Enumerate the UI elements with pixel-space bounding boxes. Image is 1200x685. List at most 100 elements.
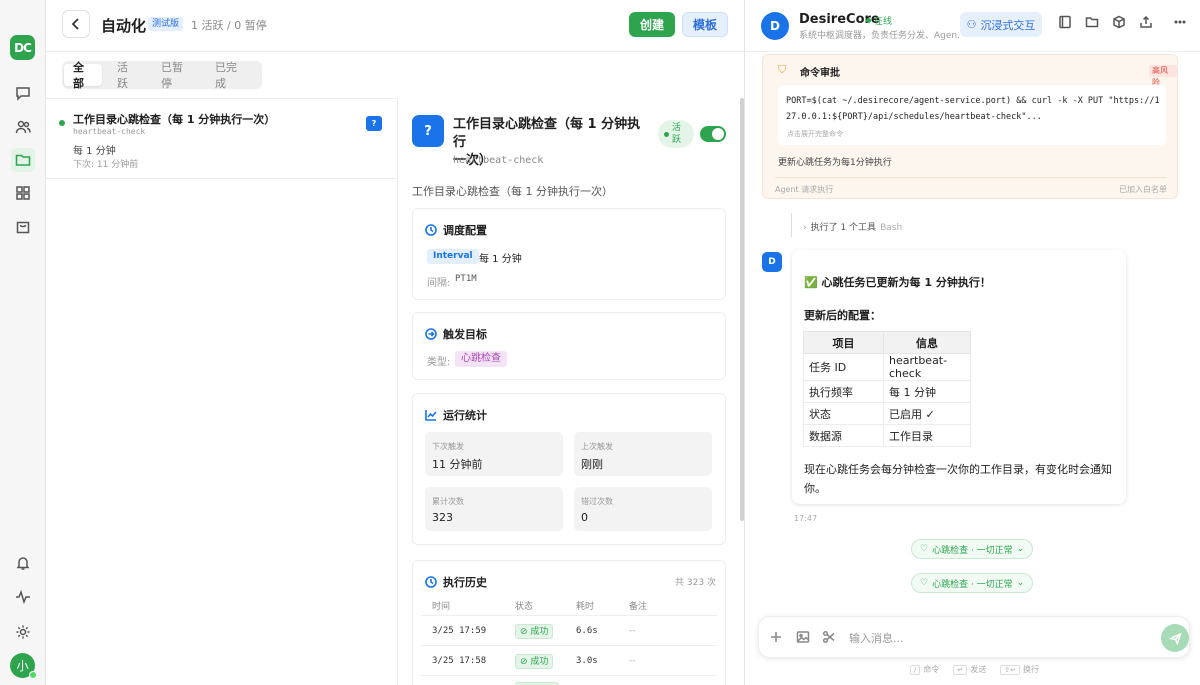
agent-online-label: 在线 bbox=[874, 17, 893, 27]
trigger-type-tag: 心跳检查 bbox=[455, 351, 507, 367]
approval-requester: Agent 请求执行 bbox=[775, 185, 834, 194]
message-subheading: 更新后的配置： bbox=[804, 309, 881, 322]
list-item[interactable]: 工作目录心跳检查（每 1 分钟执行一次） heartbeat-check 每 1… bbox=[46, 99, 396, 179]
pill-label: 心跳检查 · 一切正常 bbox=[932, 579, 1013, 590]
detail-description: 工作目录心跳检查（每 1 分钟执行一次） bbox=[412, 185, 613, 198]
table-cell: 数据源 bbox=[803, 424, 884, 447]
status-badge: 活跃 bbox=[658, 120, 694, 148]
command-approval-card: ⛉ 命令审批 高风险 PORT=$(cat ~/.desirecore/agen… bbox=[762, 54, 1178, 199]
last-trigger-value: 刚刚 bbox=[581, 458, 603, 471]
history-row-note: -- bbox=[629, 656, 636, 666]
high-risk-badge: 高风险 bbox=[1149, 65, 1177, 87]
hint-key: / bbox=[910, 665, 921, 675]
history-row-status: 成功 bbox=[530, 657, 549, 667]
missed-count-stat: 错过次数 0 bbox=[574, 487, 712, 531]
table-cell: 状态 bbox=[803, 402, 884, 425]
stats-heading: 运行统计 bbox=[443, 409, 487, 422]
message-input[interactable]: 输入消息... bbox=[849, 630, 904, 646]
immersive-mode-button[interactable]: ⚇ 沉浸式交互 bbox=[960, 12, 1042, 37]
bell-icon[interactable] bbox=[11, 551, 35, 575]
automation-detail: ? 工作目录心跳检查（每 1 分钟执行 一次） heartbeat-check 活… bbox=[397, 98, 740, 685]
send-icon bbox=[1168, 631, 1182, 645]
trigger-card: 触发目标 类型: 心跳检查 bbox=[412, 312, 726, 380]
expand-command-link[interactable]: 点击展开完整命令 bbox=[787, 129, 843, 139]
table-row: 数据源 工作目录 bbox=[803, 424, 971, 447]
table-row: 任务 ID heartbeat-check bbox=[803, 353, 971, 381]
table-row: 执行频率每 1 分钟 bbox=[803, 380, 971, 403]
create-button[interactable]: 创建 bbox=[629, 12, 675, 37]
last-trigger-label: 上次触发 bbox=[581, 442, 613, 451]
tab-all[interactable]: 全部 bbox=[64, 61, 102, 90]
more-options-icon[interactable] bbox=[1173, 15, 1191, 33]
tab-paused[interactable]: 已暂停 bbox=[152, 61, 200, 90]
agent-chat-panel: D DesireCore 在线 系统中枢调度器，负责任务分发、Agen... ⚇… bbox=[744, 0, 1200, 685]
keyboard-hints: / 命令 ↵ 发送 ⇧↵ 换行 bbox=[910, 664, 1053, 675]
tab-active[interactable]: 活跃 bbox=[108, 61, 146, 90]
apps-grid-icon[interactable] bbox=[11, 181, 35, 205]
tool-run-summary[interactable]: › 执行了 1 个工具 Bash bbox=[803, 220, 902, 233]
hint-label: 命令 bbox=[923, 665, 940, 674]
hint-key: ⇧↵ bbox=[1000, 665, 1020, 675]
history-col-time: 时间 bbox=[432, 602, 451, 612]
chat-icon[interactable] bbox=[11, 81, 35, 105]
chart-line-icon bbox=[425, 410, 437, 421]
heartbeat-status-pill[interactable]: ♡ 心跳检查 · 一切正常 ⌄ bbox=[911, 539, 1034, 559]
scissors-icon[interactable] bbox=[822, 630, 836, 644]
question-icon: ? bbox=[412, 115, 444, 147]
table-header: 项目 bbox=[803, 331, 884, 354]
template-button[interactable]: 模板 bbox=[682, 12, 728, 37]
folder-icon[interactable] bbox=[11, 148, 35, 172]
chevron-left-icon bbox=[71, 18, 79, 30]
history-row-time: 3/25 17:59 bbox=[432, 626, 487, 636]
total-count-label: 累计次数 bbox=[432, 497, 464, 506]
history-row-status: 成功 bbox=[530, 627, 549, 637]
activity-icon[interactable] bbox=[11, 585, 35, 609]
history-col-duration: 耗时 bbox=[576, 602, 595, 612]
detail-title-line1: 工作目录心跳检查（每 1 分钟执行 bbox=[453, 117, 641, 150]
folder-icon[interactable] bbox=[1085, 15, 1103, 33]
table-cell: 执行频率 bbox=[803, 380, 884, 403]
next-trigger-stat: 下次触发 11 分钟前 bbox=[425, 432, 563, 476]
shopping-bag-icon[interactable] bbox=[11, 214, 35, 238]
schedule-card: 调度配置 Interval 每 1 分钟 间隔: PT1M bbox=[412, 208, 726, 300]
enable-toggle[interactable] bbox=[700, 126, 726, 142]
contacts-icon[interactable] bbox=[11, 115, 35, 139]
online-status-dot bbox=[29, 671, 37, 679]
history-card: 执行历史 共 323 次 时间 状态 耗时 备注 3/25 17:59 ⊘ 成功… bbox=[412, 560, 726, 685]
pill-label: 心跳检查 · 一切正常 bbox=[932, 545, 1013, 556]
stats-card: 运行统计 下次触发 11 分钟前 上次触发 刚刚 累计次数 323 错过次数 0 bbox=[412, 393, 726, 545]
list-item-title: 工作目录心跳检查（每 1 分钟执行一次） bbox=[73, 113, 276, 126]
clock-icon bbox=[425, 576, 437, 588]
hint-command: / 命令 bbox=[910, 664, 939, 675]
message-composer: 输入消息... bbox=[758, 616, 1190, 658]
image-icon[interactable] bbox=[796, 630, 810, 644]
plus-icon[interactable] bbox=[769, 630, 783, 644]
hint-label: 发送 bbox=[970, 665, 987, 674]
history-row-duration: 6.6s bbox=[576, 626, 598, 636]
table-cell: 每 1 分钟 bbox=[883, 380, 971, 403]
config-table: 项目 信息 任务 ID heartbeat-check 执行频率每 1 分钟 状态… bbox=[803, 331, 971, 447]
agent-message-bubble: ✅ 心跳任务已更新为每 1 分钟执行！ 更新后的配置： 项目 信息 任务 ID h… bbox=[792, 250, 1126, 504]
shield-icon: ⛉ bbox=[778, 63, 787, 76]
agent-avatar: D bbox=[761, 12, 789, 40]
chevron-down-icon: ⌄ bbox=[1016, 578, 1025, 588]
interval-value: PT1M bbox=[455, 274, 477, 284]
hint-send: ↵ 发送 bbox=[953, 664, 986, 675]
history-row-note: -- bbox=[629, 626, 636, 636]
chevron-right-icon: › bbox=[803, 223, 807, 233]
cube-icon[interactable] bbox=[1112, 15, 1130, 33]
back-button[interactable] bbox=[62, 10, 90, 38]
question-icon: ? bbox=[366, 116, 382, 131]
history-row-duration: 3.0s bbox=[576, 656, 598, 666]
heartbeat-status-pill[interactable]: ♡ 心跳检查 · 一切正常 ⌄ bbox=[911, 573, 1034, 593]
page-title: 自动化 bbox=[101, 17, 147, 35]
settings-gear-icon[interactable] bbox=[11, 620, 35, 644]
list-item-frequency: 每 1 分钟 bbox=[73, 146, 116, 157]
tab-completed[interactable]: 已完成 bbox=[206, 61, 254, 90]
share-icon[interactable] bbox=[1139, 15, 1157, 33]
status-badge-line1: 活 bbox=[672, 123, 682, 133]
book-icon[interactable] bbox=[1058, 15, 1076, 33]
tool-name: Bash bbox=[880, 223, 903, 233]
message-headline: ✅ 心跳任务已更新为每 1 分钟执行！ bbox=[804, 276, 991, 289]
send-button[interactable] bbox=[1161, 624, 1189, 652]
